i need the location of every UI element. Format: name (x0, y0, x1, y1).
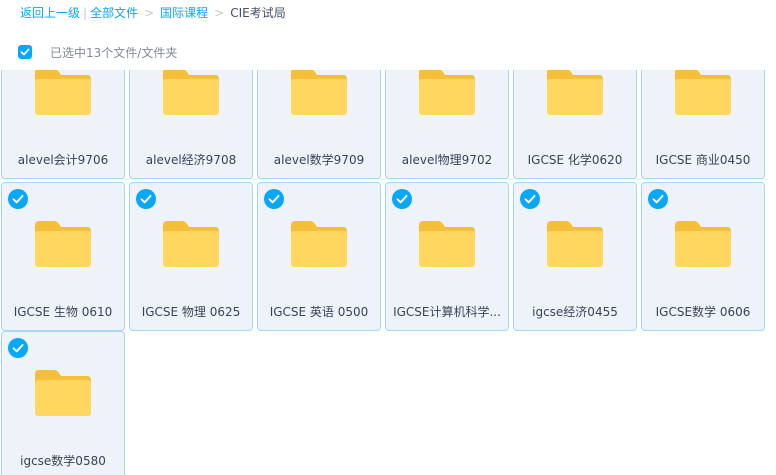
folder-icon (419, 70, 475, 115)
selected-check-icon[interactable] (8, 338, 28, 358)
breadcrumb-current: CIE考试局 (230, 6, 286, 20)
folder-icon (419, 221, 475, 267)
breadcrumb-international-courses[interactable]: 国际课程 (160, 6, 208, 20)
folder-card[interactable]: IGCSE 商业0450 (641, 70, 765, 179)
folder-card[interactable]: alevel会计9706 (1, 70, 125, 179)
folder-icon (291, 70, 347, 115)
selected-check-icon[interactable] (8, 189, 28, 209)
selection-count: 已选中13个文件/文件夹 (50, 45, 178, 60)
folder-icon (35, 70, 91, 115)
selection-bar: 已选中13个文件/文件夹 (18, 44, 177, 60)
folder-name: alevel物理9702 (401, 153, 493, 167)
folder-name: igcse数学0580 (20, 454, 106, 468)
select-all-checkbox[interactable] (18, 45, 32, 59)
folder-card[interactable]: IGCSE 生物 0610 (1, 182, 125, 331)
file-grid: alevel会计9706 alevel经济9708 alevel数学9709 alev… (0, 70, 776, 475)
selected-check-icon[interactable] (392, 189, 412, 209)
folder-name: IGCSE 生物 0610 (13, 305, 113, 319)
folder-icon (675, 70, 731, 115)
selected-check-icon[interactable] (520, 189, 540, 209)
folder-card[interactable]: IGCSE计算机科学... (385, 182, 509, 331)
folder-card[interactable]: igcse数学0580 (1, 331, 125, 475)
folder-card[interactable]: IGCSE 物理 0625 (129, 182, 253, 331)
folder-icon (35, 370, 91, 416)
folder-name: IGCSE计算机科学... (393, 305, 501, 319)
folder-icon (291, 221, 347, 267)
folder-icon (163, 70, 219, 115)
folder-name: IGCSE 物理 0625 (141, 305, 241, 319)
breadcrumb-all-files[interactable]: 全部文件 (90, 6, 138, 20)
folder-icon (35, 221, 91, 267)
folder-card[interactable]: alevel数学9709 (257, 70, 381, 179)
folder-name: alevel数学9709 (273, 153, 365, 167)
chevron-right-icon: > (214, 6, 225, 20)
folder-card[interactable]: alevel物理9702 (385, 70, 509, 179)
breadcrumb: 返回上一级 | 全部文件 > 国际课程 > CIE考试局 (20, 5, 286, 21)
selected-check-icon[interactable] (264, 189, 284, 209)
folder-icon (675, 221, 731, 267)
breadcrumb-separator: | (83, 6, 88, 20)
folder-icon (547, 70, 603, 115)
folder-name: IGCSE 英语 0500 (269, 305, 369, 319)
chevron-right-icon: > (144, 6, 155, 20)
selected-check-icon[interactable] (136, 189, 156, 209)
selected-check-icon[interactable] (648, 189, 668, 209)
folder-card[interactable]: igcse经济0455 (513, 182, 637, 331)
folder-card[interactable]: IGCSE 化学0620 (513, 70, 637, 179)
folder-name: IGCSE 化学0620 (527, 153, 623, 167)
folder-card[interactable]: IGCSE 英语 0500 (257, 182, 381, 331)
folder-name: IGCSE 商业0450 (655, 153, 751, 167)
folder-card[interactable]: alevel经济9708 (129, 70, 253, 179)
folder-name: IGCSE数学 0606 (655, 305, 751, 319)
folder-name: alevel会计9706 (17, 153, 109, 167)
folder-name: igcse经济0455 (532, 305, 618, 319)
folder-name: alevel经济9708 (145, 153, 237, 167)
folder-icon (163, 221, 219, 267)
checkmark-icon (20, 48, 30, 56)
back-link[interactable]: 返回上一级 (20, 6, 80, 20)
folder-icon (547, 221, 603, 267)
folder-card[interactable]: IGCSE数学 0606 (641, 182, 765, 331)
